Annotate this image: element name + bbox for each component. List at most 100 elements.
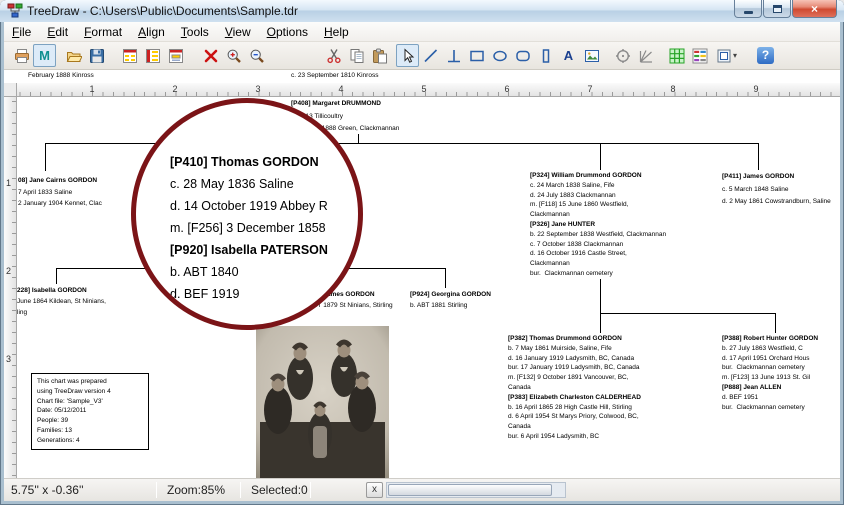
chart-text-line: b. 7 May 1861 Muirside, Saline, Fife <box>508 344 641 354</box>
chart-text-line: [P388] Robert Hunter GORDON <box>722 334 818 344</box>
chart-text-line: 08] Jane Cairns GORDON <box>18 175 102 187</box>
horizontal-scrollbar[interactable] <box>386 482 566 498</box>
connector-tool-button[interactable] <box>442 44 465 67</box>
minimize-icon <box>744 11 753 14</box>
person-p324[interactable]: [P324] William Drummond GORDONc. 24 Marc… <box>530 171 666 279</box>
delete-button[interactable] <box>199 44 222 67</box>
minimize-button[interactable] <box>734 0 762 18</box>
chart-text-line: d. 2 May 1861 Cowstrandburn, Saline <box>722 196 831 209</box>
chart-text-line: Generations: 4 <box>37 436 143 446</box>
zoom-in-button[interactable] <box>222 44 245 67</box>
menu-edit[interactable]: Edit <box>39 23 76 41</box>
zoom-mode-button[interactable]: ▾ <box>711 44 742 67</box>
chart-style-2-button[interactable] <box>141 44 164 67</box>
copy-button[interactable] <box>345 44 368 67</box>
chart-text-line: b. ABT 1881 Stirling <box>410 300 491 311</box>
chart-mode-button[interactable]: M <box>33 44 56 67</box>
menu-help[interactable]: Help <box>316 23 357 41</box>
h-ruler-number: 4 <box>338 84 343 94</box>
chart-text-line: Date: 05/12/2011 <box>37 406 143 416</box>
chart-text-line: Canada <box>508 383 641 393</box>
maximize-button[interactable] <box>763 0 791 18</box>
origin-button[interactable] <box>611 44 634 67</box>
chart-text-line: [P411] James GORDON <box>722 171 831 184</box>
paste-button[interactable] <box>368 44 391 67</box>
chart-style-3-button[interactable] <box>164 44 187 67</box>
chart-text-line: June 1864 Kildean, St Ninians, <box>17 296 106 307</box>
person-jane-cairns[interactable]: 08] Jane Cairns GORDON7 April 1833 Salin… <box>18 175 102 210</box>
chart-text-line: People: 39 <box>37 416 143 426</box>
cursor-position: 5.75'' x -0.36'' <box>11 483 84 497</box>
h-ruler-number: 9 <box>753 84 758 94</box>
person-p411[interactable]: [P411] James GORDONc. 5 March 1848 Salin… <box>722 171 831 209</box>
menu-view[interactable]: View <box>217 23 259 41</box>
chart-style-1-button[interactable] <box>118 44 141 67</box>
chart-text-line: bur. Clackmannan cemetery <box>722 403 818 413</box>
close-button[interactable]: × <box>792 0 837 18</box>
chart-text-line: [P924] Georgina GORDON <box>410 289 491 300</box>
select-button[interactable] <box>396 44 419 67</box>
tree-connector-line <box>775 313 776 333</box>
h-ruler-number: 1 <box>89 84 94 94</box>
chart-text-line: bur. 6 April 1954 Ladysmith, BC <box>508 432 641 442</box>
image-tool-button[interactable] <box>580 44 603 67</box>
ruler-corner <box>4 83 17 97</box>
chart-info-box[interactable]: This chart was preparedusing TreeDraw ve… <box>31 373 149 450</box>
menu-format[interactable]: Format <box>76 23 130 41</box>
person-p388[interactable]: [P388] Robert Hunter GORDONb. 27 July 18… <box>722 334 818 412</box>
chart-text-line: Chart file: 'Sample_V3' <box>37 397 143 407</box>
chart-text-line: [P324] William Drummond GORDON <box>530 171 666 181</box>
chart-text-line: 228] Isabella GORDON <box>17 285 106 296</box>
rectangle-tool-button[interactable] <box>465 44 488 67</box>
tree-connector-line <box>445 268 446 288</box>
h-ruler-number: 3 <box>255 84 260 94</box>
print-button[interactable] <box>10 44 33 67</box>
magnified-text-line: [P920] Isabella PATERSON <box>170 239 328 261</box>
magnified-text-line: d. 14 October 1919 Abbey R <box>170 195 328 217</box>
tree-connector-line <box>600 313 776 314</box>
person-p382[interactable]: [P382] Thomas Drummond GORDONb. 7 May 18… <box>508 334 641 442</box>
title-bar[interactable]: TreeDraw - C:\Users\Public\Documents\Sam… <box>0 0 844 22</box>
cut-button[interactable] <box>322 44 345 67</box>
magnified-text-line: c. 28 May 1836 Saline <box>170 173 328 195</box>
frame-tool-button[interactable] <box>534 44 557 67</box>
chart-text-line: [P383] Elizabeth Charleston CALDERHEAD <box>508 393 641 403</box>
line-tool-button[interactable] <box>419 44 442 67</box>
menu-file[interactable]: File <box>4 23 39 41</box>
v-ruler: 123 <box>4 97 17 478</box>
h-ruler-number: 8 <box>670 84 675 94</box>
grid-toggle-button[interactable] <box>665 44 688 67</box>
text-tool-button[interactable]: A <box>557 44 580 67</box>
chart-text-line: b. 22 September 1838 Westfield, Clackman… <box>530 230 666 240</box>
zoom-out-button[interactable] <box>245 44 268 67</box>
scroll-close-button[interactable]: x <box>366 482 383 498</box>
menu-align[interactable]: Align <box>130 23 173 41</box>
chart-text-line: Clackmannan <box>530 259 666 269</box>
rounded-rectangle-tool-button[interactable] <box>511 44 534 67</box>
chart-canvas[interactable]: [P410] Thomas GORDONc. 28 May 1836 Salin… <box>17 97 840 478</box>
save-button[interactable] <box>85 44 108 67</box>
chart-text-line: m. [F123] 13 June 1913 St. Gil <box>722 373 818 383</box>
ellipse-tool-button[interactable] <box>488 44 511 67</box>
app-icon <box>7 3 23 19</box>
menu-tools[interactable]: Tools <box>173 23 217 41</box>
magnified-text-line: b. ABT 1840 <box>170 261 328 283</box>
toolbar-gap <box>657 55 665 56</box>
person-p924[interactable]: [P924] Georgina GORDONb. ABT 1881 Stirli… <box>410 289 491 311</box>
person-p228[interactable]: 228] Isabella GORDONJune 1864 Kildean, S… <box>17 285 106 318</box>
magnified-text-line: m. [F256] 3 December 1858 <box>170 217 328 239</box>
data-list-button[interactable] <box>688 44 711 67</box>
chart-text-line: [P326] Jane HUNTER <box>530 220 666 230</box>
chart-text-line: d. 16 October 1916 Castle Street, <box>530 249 666 259</box>
person-text-partial-center[interactable]: c. 23 September 1810 Kinross <box>291 72 378 79</box>
scrollbar-thumb[interactable] <box>388 484 552 496</box>
measure-button[interactable] <box>634 44 657 67</box>
v-ruler-number: 1 <box>6 178 11 188</box>
family-photo[interactable] <box>256 326 389 478</box>
open-button[interactable] <box>62 44 85 67</box>
person-text-partial-left[interactable]: February 1888 Kinross <box>28 72 94 79</box>
h-ruler-number: 7 <box>587 84 592 94</box>
menu-options[interactable]: Options <box>259 23 316 41</box>
magnifier-circle[interactable]: [P410] Thomas GORDONc. 28 May 1836 Salin… <box>131 98 363 330</box>
help-button[interactable]: ? <box>754 44 777 67</box>
